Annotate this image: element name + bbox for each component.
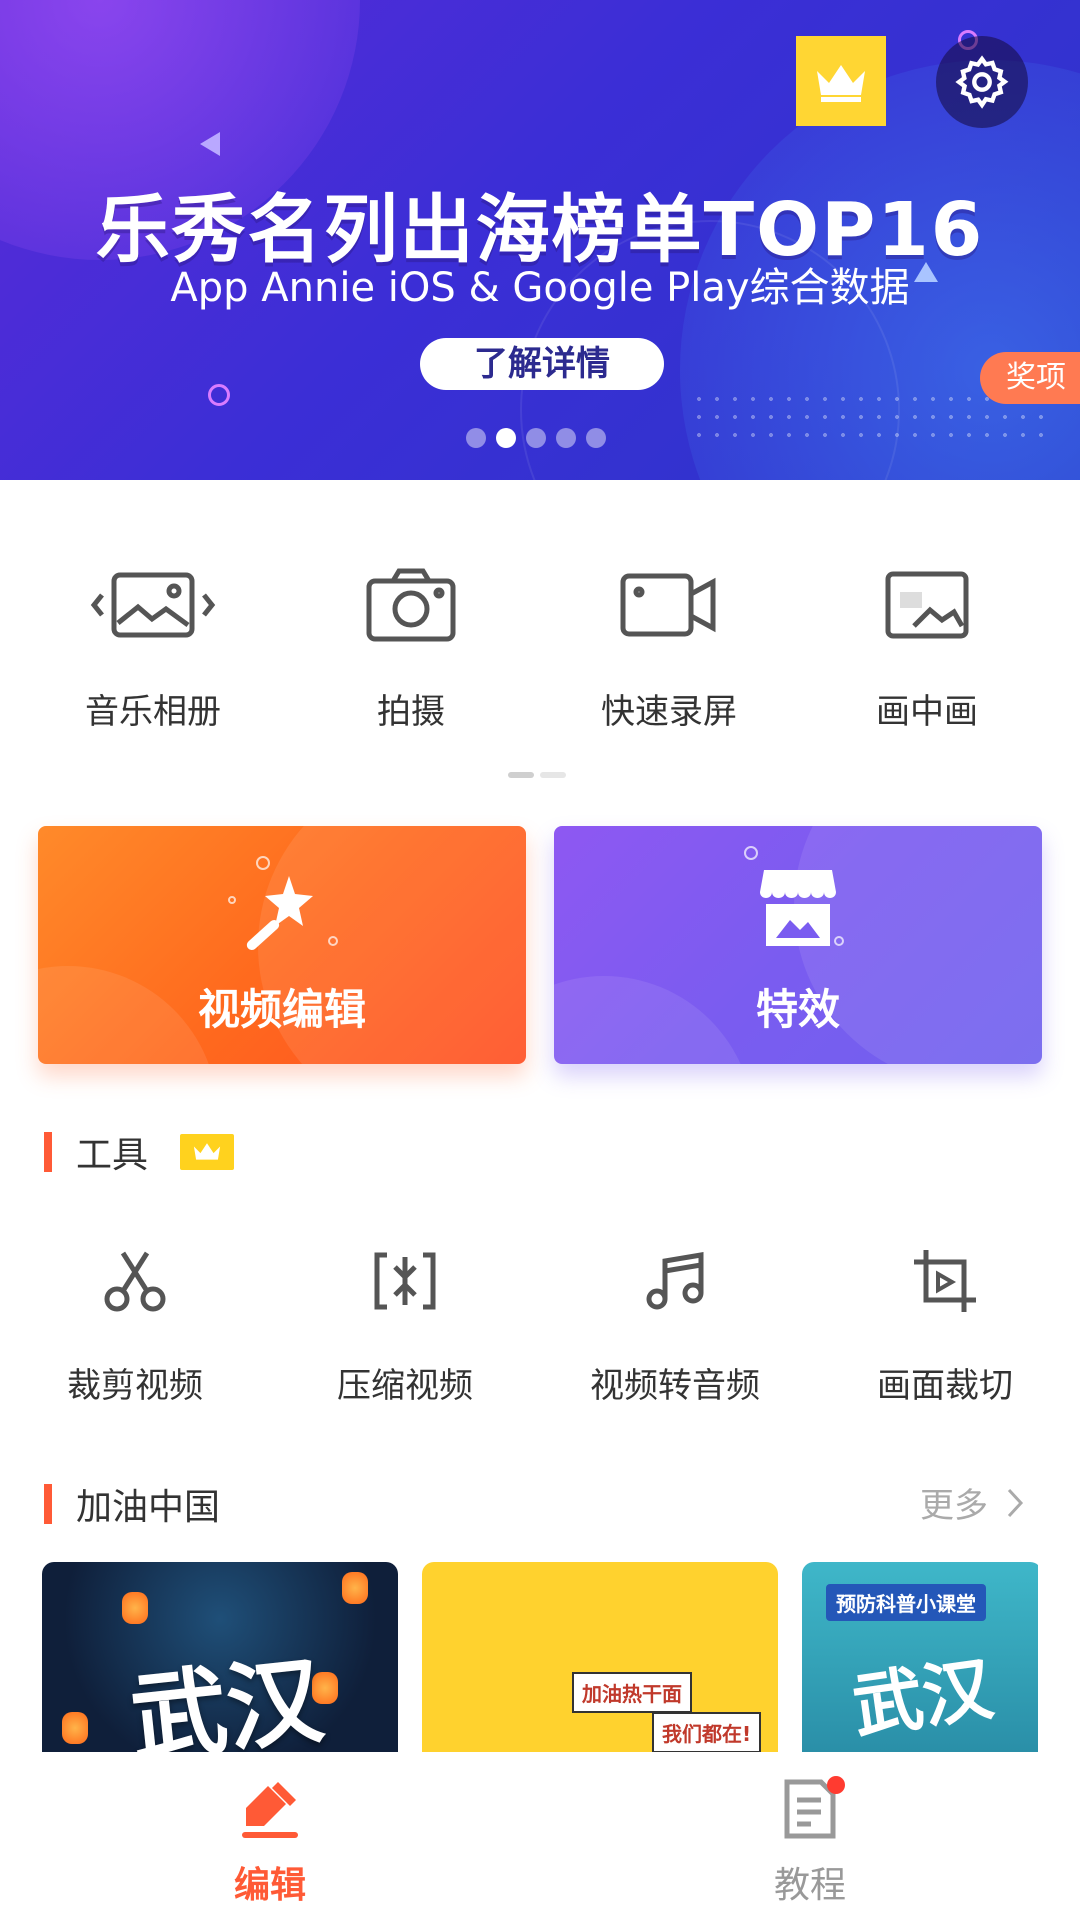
crown-icon [193,1143,221,1160]
more-link[interactable]: 更多 [920,1478,1024,1527]
tool-trim-video[interactable]: 裁剪视频 [0,1246,270,1407]
tab-label: 编辑 [233,1865,306,1906]
tool-compress-video[interactable]: 压缩视频 [270,1246,540,1407]
thumbnail-banner: 预防科普小课堂 [826,1584,986,1621]
quick-action-pip[interactable]: 画中画 [798,560,1056,733]
tab-tutorial[interactable]: 教程 [540,1752,1080,1920]
quick-action-label: 拍摄 [377,692,445,732]
pencil-edit-icon [242,1782,298,1838]
carousel-indicator [466,428,606,448]
cheer-thumbnails: 武汉 加油热干面 我们都在! 预防科普小课堂 武汉 [42,1562,1038,1752]
tab-edit[interactable]: 编辑 [0,1752,540,1920]
banner-decoration [200,132,220,156]
page-indicator-inactive [540,772,566,778]
cheer-section-title: 加油中国 [76,1487,221,1528]
tools-section-title: 工具 [76,1135,149,1176]
gear-icon [955,55,1009,109]
section-accent-bar [44,1132,52,1172]
effects-label: 特效 [755,985,840,1034]
tools-section-header: 工具 [44,1126,235,1178]
screen-record-icon [620,573,716,637]
vip-button[interactable] [796,36,886,126]
thumbnail-card[interactable]: 加油热干面 我们都在! [422,1562,778,1752]
store-icon [760,870,836,946]
carousel-dot[interactable] [466,428,486,448]
cheer-section-header: 加油中国 [44,1478,220,1530]
bottom-navigation: 编辑 教程 [0,1752,1080,1920]
thumbnail-sign: 我们都在! [652,1712,762,1752]
quick-action-label: 音乐相册 [85,692,221,732]
promo-banner[interactable]: 乐秀名列出海榜单TOP16 App Annie iOS & Google Pla… [0,0,1080,480]
quick-action-screen-record[interactable]: 快速录屏 [540,560,798,733]
page-indicator-active [508,772,534,778]
quick-action-label: 快速录屏 [601,692,737,732]
notification-dot [827,1776,845,1794]
camera-icon [366,568,456,642]
video-edit-card[interactable]: 视频编辑 [38,826,526,1064]
crop-icon [914,1250,976,1312]
banner-decoration [208,384,230,406]
tools-grid: 裁剪视频 压缩视频 视频转音频 画面裁切 [0,1246,1080,1407]
magic-wand-icon [246,876,313,951]
crown-icon [817,65,865,102]
tool-label: 裁剪视频 [67,1366,203,1406]
tool-label: 压缩视频 [337,1366,473,1406]
carousel-dot[interactable] [526,428,546,448]
quick-action-shoot[interactable]: 拍摄 [282,560,540,733]
quick-action-music-album[interactable]: 音乐相册 [24,560,282,733]
lantern-decoration [122,1592,148,1624]
photo-album-icon [90,572,216,638]
card-decoration [228,896,236,904]
quick-actions: 音乐相册 拍摄 快速录屏 画中画 [0,560,1080,733]
tool-crop-frame[interactable]: 画面裁切 [810,1246,1080,1407]
lantern-decoration [62,1712,88,1744]
page-indicator [508,772,566,778]
card-decoration [328,936,338,946]
picture-in-picture-icon [885,571,969,639]
banner-subtitle: App Annie iOS & Google Play综合数据 [170,265,910,311]
award-tag[interactable]: 奖项 [980,352,1080,404]
video-edit-label: 视频编辑 [197,985,366,1034]
thumbnail-text: 武汉 [847,1647,998,1749]
lantern-decoration [342,1572,368,1604]
tool-label: 画面裁切 [877,1366,1013,1406]
carousel-dot[interactable] [586,428,606,448]
section-accent-bar [44,1484,52,1524]
thumbnail-card[interactable]: 预防科普小课堂 武汉 [802,1562,1038,1752]
quick-action-label: 画中画 [876,692,978,732]
music-note-icon [646,1252,704,1310]
carousel-dot-active[interactable] [496,428,516,448]
tool-label: 视频转音频 [590,1366,760,1406]
effects-card[interactable]: 特效 [554,826,1042,1064]
tool-video-to-audio[interactable]: 视频转音频 [540,1246,810,1407]
tab-label: 教程 [773,1865,846,1906]
thumbnail-sign: 加油热干面 [572,1672,692,1713]
thumbnail-card[interactable]: 武汉 [42,1562,398,1752]
scissors-icon [104,1251,166,1312]
vip-badge [180,1134,235,1170]
compress-icon [374,1252,436,1310]
learn-more-button[interactable]: 了解详情 [420,338,664,390]
settings-button[interactable] [936,36,1028,128]
carousel-dot[interactable] [556,428,576,448]
chevron-right-icon [1007,1488,1024,1517]
thumbnail-text: 武汉 [125,1644,329,1752]
card-decoration [744,846,758,860]
more-label: 更多 [920,1486,988,1526]
